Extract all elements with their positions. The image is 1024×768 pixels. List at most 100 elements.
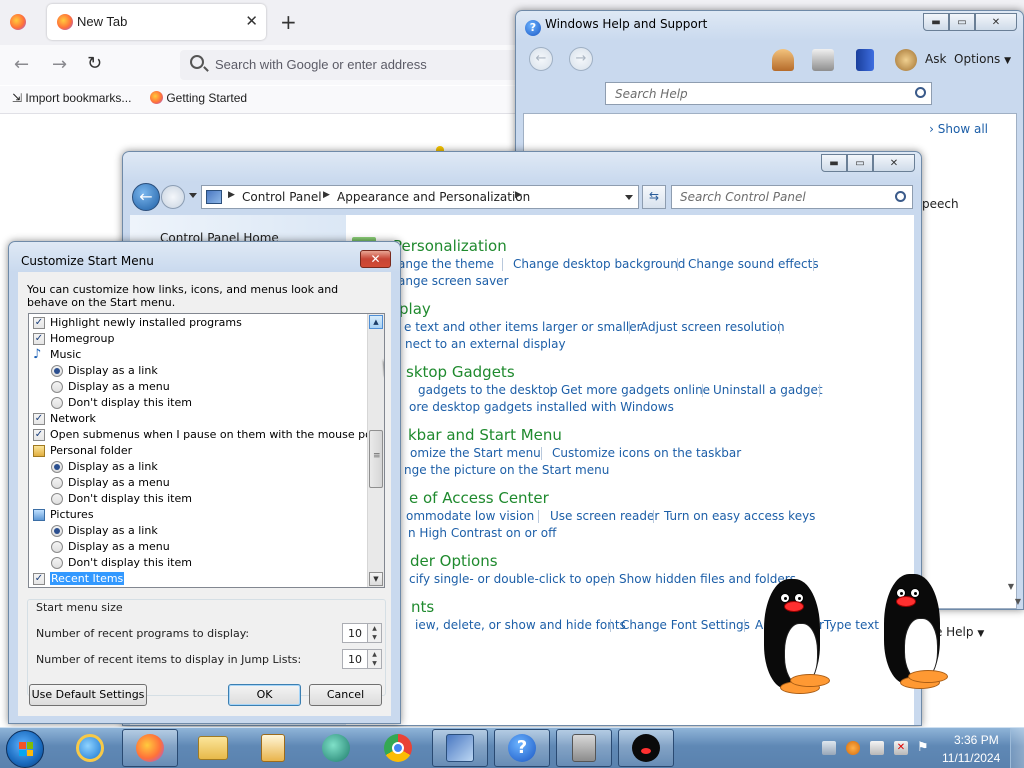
scroll-down-arrow-icon[interactable]: ▼ xyxy=(369,572,383,586)
clock-date[interactable]: 11/11/2024 xyxy=(942,751,1000,765)
option-radio-row[interactable]: Display as a link xyxy=(29,459,364,475)
link-customize-start-menu[interactable]: omize the Start menu xyxy=(410,446,541,460)
address-bar[interactable]: ▶ Control Panel ▶ Appearance and Persona… xyxy=(201,185,639,209)
option-checkbox-row[interactable]: ✓ Network xyxy=(29,411,364,427)
link-adjust-resolution[interactable]: Adjust screen resolution xyxy=(640,320,785,334)
close-tab-icon[interactable]: ✕ xyxy=(245,12,258,30)
recent-programs-spinner[interactable]: 10 ▲ ▼ xyxy=(342,623,382,643)
minimize-button[interactable]: ▬ xyxy=(821,154,847,172)
radio-button[interactable] xyxy=(51,557,63,569)
link-change-sound-effects[interactable]: Change sound effects xyxy=(688,257,819,271)
forward-arrow-icon[interactable]: → xyxy=(52,54,67,75)
control-panel-search-input[interactable]: Search Control Panel xyxy=(671,185,913,209)
device-tray-icon[interactable] xyxy=(870,741,884,755)
checkbox-checked[interactable]: ✓ xyxy=(33,317,45,329)
checkbox-checked[interactable]: ✓ xyxy=(33,413,45,425)
taskbar-media-player[interactable] xyxy=(245,729,301,767)
volume-muted-icon[interactable]: ✕ xyxy=(894,741,908,755)
ask-people-icon[interactable] xyxy=(895,49,917,71)
url-bar[interactable]: Search with Google or enter address xyxy=(180,50,524,80)
category-fonts[interactable]: nts xyxy=(411,598,434,616)
partial-help-link[interactable]: peech xyxy=(922,197,959,211)
vertical-scrollbar[interactable]: ▲ ▼ xyxy=(367,314,384,587)
link-change-theme[interactable]: ange the theme xyxy=(398,257,494,271)
action-center-flag-icon[interactable]: ⚑ xyxy=(917,741,931,755)
radio-button[interactable] xyxy=(51,493,63,505)
back-button[interactable]: ← xyxy=(132,183,160,211)
back-arrow-icon[interactable]: ← xyxy=(14,54,29,75)
radio-button[interactable] xyxy=(51,381,63,393)
option-checkbox-row[interactable]: ✓ Open submenus when I pause on them with… xyxy=(29,427,384,443)
ask-button[interactable]: Ask xyxy=(925,52,946,66)
firefox-tab-new-tab[interactable]: New Tab ✕ xyxy=(47,4,266,40)
link-external-display[interactable]: nect to an external display xyxy=(405,337,566,351)
close-button[interactable]: ✕ xyxy=(360,250,391,268)
taskbar-server-manager[interactable] xyxy=(556,729,612,767)
taskbar-penguin-app[interactable] xyxy=(618,729,674,767)
option-radio-row[interactable]: Don't display this item xyxy=(29,395,364,411)
search-icon[interactable] xyxy=(895,191,906,202)
scroll-up-arrow-icon[interactable]: ▲ xyxy=(369,315,383,329)
firefox-icon[interactable] xyxy=(10,14,26,30)
option-radio-row[interactable]: Display as a menu xyxy=(29,539,364,555)
link-add-gadgets[interactable]: gadgets to the desktop xyxy=(418,383,558,397)
help-search-input[interactable]: Search Help xyxy=(605,82,932,105)
spinner-arrows-icon[interactable]: ▲ ▼ xyxy=(367,624,381,642)
taskbar-internet-explorer[interactable] xyxy=(62,729,118,767)
new-tab-plus-icon[interactable]: + xyxy=(280,10,297,34)
taskbar-sparkle-app[interactable] xyxy=(308,729,364,767)
breadcrumb-separator[interactable]: ▶ xyxy=(228,190,235,200)
checkbox-checked[interactable]: ✓ xyxy=(33,333,45,345)
options-button[interactable]: Options ▼ xyxy=(954,52,1011,66)
home-icon[interactable] xyxy=(772,49,794,71)
link-text-larger[interactable]: e text and other items larger or smaller xyxy=(404,320,642,334)
show-desktop-button[interactable] xyxy=(1010,728,1024,768)
taskbar-control-panel[interactable] xyxy=(432,729,488,767)
show-all-link[interactable]: › Show all xyxy=(929,122,988,136)
option-checkbox-row[interactable]: ✓ Recent Items xyxy=(29,571,364,587)
recent-items-spinner[interactable]: 10 ▲ ▼ xyxy=(342,649,382,669)
refresh-button[interactable]: ⇆ xyxy=(642,185,666,209)
taskbar-chrome[interactable] xyxy=(370,729,426,767)
link-high-contrast[interactable]: n High Contrast on or off xyxy=(408,526,556,540)
close-button[interactable]: ✕ xyxy=(873,154,915,172)
checkbox-checked[interactable]: ✓ xyxy=(33,573,45,585)
link-change-screen-saver[interactable]: ange screen saver xyxy=(398,274,509,288)
network-tray-icon[interactable] xyxy=(822,741,836,755)
link-single-double-click[interactable]: cify single- or double-click to open xyxy=(409,572,615,586)
link-low-vision[interactable]: ommodate low vision xyxy=(406,509,534,523)
link-change-desktop-background[interactable]: Change desktop background xyxy=(513,257,685,271)
link-restore-gadgets[interactable]: ore desktop gadgets installed with Windo… xyxy=(409,400,674,414)
minimize-button[interactable]: ▬ xyxy=(923,13,949,31)
bookmark-getting-started[interactable]: Getting Started xyxy=(150,91,247,105)
link-screen-reader[interactable]: Use screen reader xyxy=(550,509,659,523)
link-start-menu-picture[interactable]: nge the picture on the Start menu xyxy=(404,463,609,477)
option-radio-row[interactable]: Display as a link xyxy=(29,523,364,539)
cancel-button[interactable]: Cancel xyxy=(309,684,382,706)
option-radio-row[interactable]: Display as a menu xyxy=(29,475,364,491)
checkbox-checked[interactable]: ✓ xyxy=(33,429,45,441)
maximize-button[interactable]: ▭ xyxy=(847,154,873,172)
category-personalization[interactable]: Personalization xyxy=(393,237,507,255)
radio-selected[interactable] xyxy=(51,365,63,377)
start-menu-options-list[interactable]: ✓ Recent Items Don't display this item Disp… xyxy=(28,313,385,588)
link-change-font-settings[interactable]: Change Font Settings xyxy=(621,618,750,632)
link-customize-taskbar-icons[interactable]: Customize icons on the taskbar xyxy=(552,446,741,460)
category-display[interactable]: play xyxy=(399,300,431,318)
option-checkbox-row[interactable]: ✓ Homegroup xyxy=(29,331,364,347)
category-desktop-gadgets[interactable]: sktop Gadgets xyxy=(406,363,515,381)
ok-button[interactable]: OK xyxy=(228,684,301,706)
option-checkbox-row[interactable]: ✓ Highlight newly installed programs xyxy=(29,315,364,331)
radio-selected[interactable] xyxy=(51,461,63,473)
option-radio-row[interactable]: Display as a menu xyxy=(29,379,364,395)
spinner-arrows-icon[interactable]: ▲ ▼ xyxy=(367,650,381,668)
address-history-dropdown-icon[interactable] xyxy=(625,195,633,200)
link-more-gadgets[interactable]: Get more gadgets online xyxy=(561,383,710,397)
breadcrumb-control-panel[interactable]: Control Panel xyxy=(242,190,322,204)
category-folder-options[interactable]: der Options xyxy=(410,552,498,570)
option-radio-row[interactable]: Display as a link xyxy=(29,363,364,379)
use-default-settings-button[interactable]: Use Default Settings xyxy=(29,684,147,706)
forward-button[interactable]: → xyxy=(569,47,593,71)
scroll-down-arrow-icon[interactable]: ▼ xyxy=(1008,582,1014,597)
taskbar-help-and-support[interactable]: ? xyxy=(494,729,550,767)
